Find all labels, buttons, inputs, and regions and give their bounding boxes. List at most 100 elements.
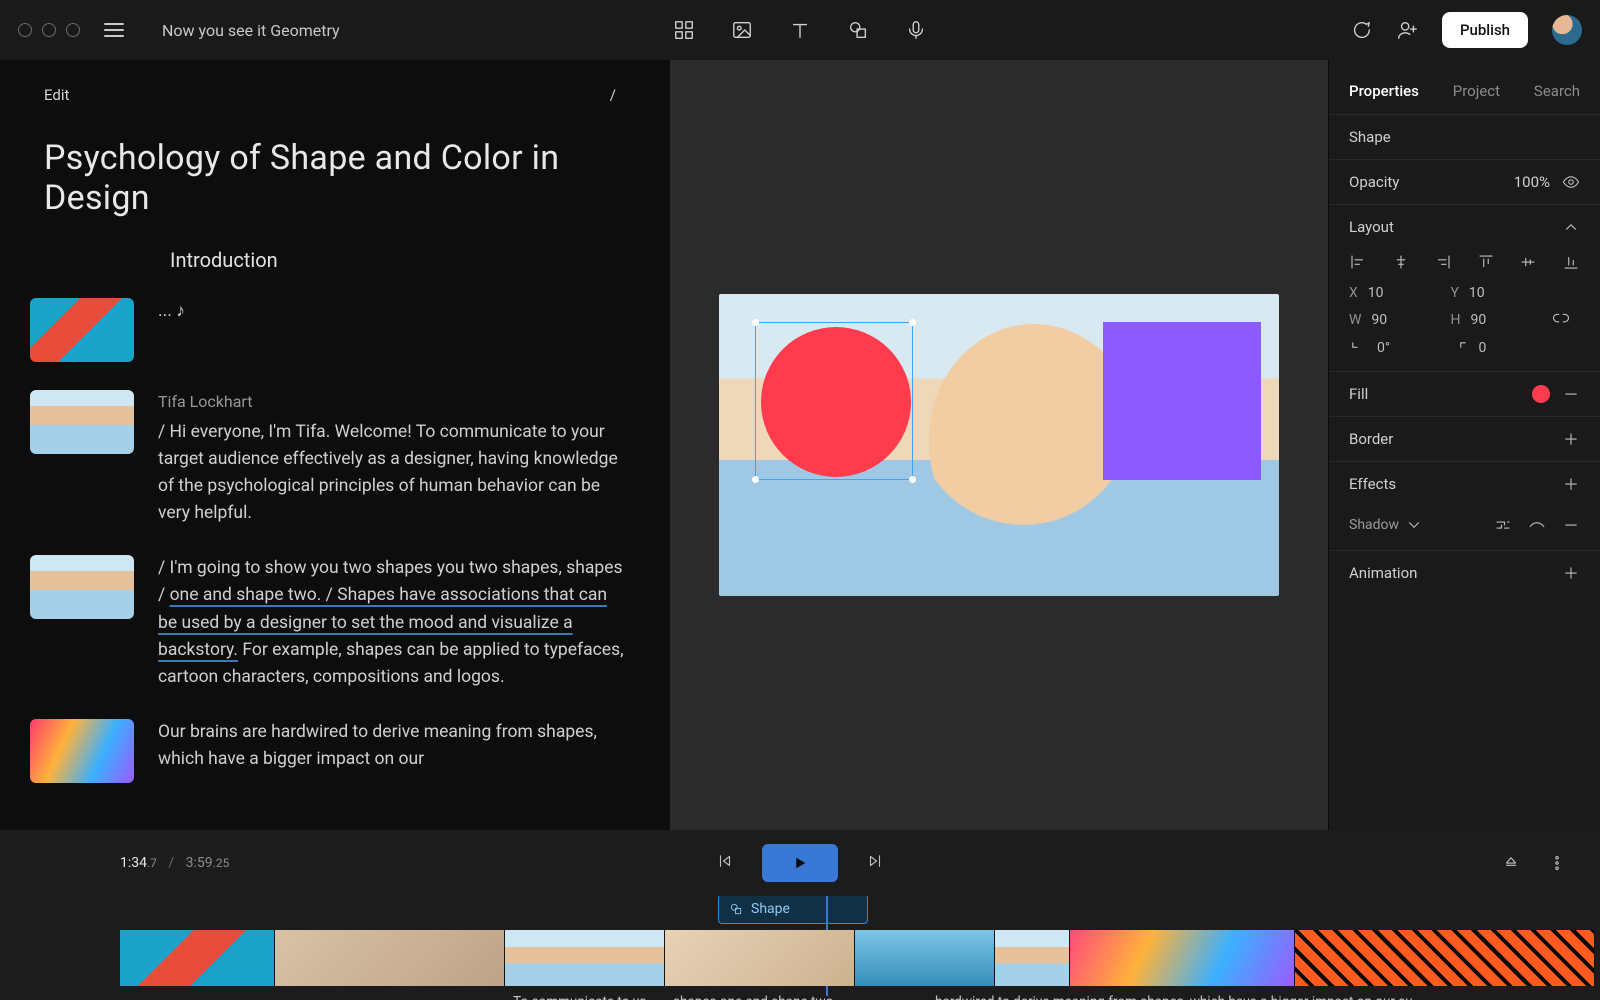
topbar-right: Publish bbox=[1350, 12, 1582, 48]
thumbnail[interactable] bbox=[30, 390, 134, 454]
microphone-icon[interactable] bbox=[905, 19, 927, 41]
total-time: 3:59 bbox=[186, 855, 213, 871]
prev-icon[interactable] bbox=[716, 852, 734, 874]
thumbnail[interactable] bbox=[30, 555, 134, 619]
visibility-off-icon[interactable] bbox=[1528, 516, 1546, 534]
transcript-text[interactable]: Our brains are hardwired to derive meani… bbox=[158, 719, 630, 783]
scene-marker: ... ♪ bbox=[158, 298, 630, 362]
current-time: 1:34 bbox=[120, 855, 147, 871]
tab-search[interactable]: Search bbox=[1534, 82, 1580, 100]
transform-grid: X10 Y10 W90 H90 0° 0 bbox=[1329, 281, 1600, 371]
rotate-value[interactable]: 0° bbox=[1377, 340, 1390, 356]
x-label: X bbox=[1349, 285, 1358, 301]
window-dot[interactable] bbox=[42, 23, 56, 37]
time-readout: 1:34.7 / 3:59.25 bbox=[120, 855, 229, 871]
shadow-label[interactable]: Shadow bbox=[1349, 517, 1399, 533]
align-row bbox=[1329, 249, 1600, 281]
add-user-icon[interactable] bbox=[1396, 19, 1418, 41]
adjust-icon[interactable] bbox=[1494, 516, 1512, 534]
fill-label: Fill bbox=[1349, 385, 1368, 403]
tool-strip bbox=[673, 19, 927, 41]
animation-label: Animation bbox=[1349, 564, 1417, 582]
properties-panel: Properties Project Search Shape Opacity … bbox=[1328, 60, 1600, 830]
window-dot[interactable] bbox=[66, 23, 80, 37]
shape-clip[interactable]: Shape bbox=[718, 896, 868, 924]
layout-label: Layout bbox=[1349, 218, 1394, 236]
timeline-track-area[interactable]: Shape ... To communicate to your target … bbox=[0, 896, 1600, 1000]
timeline-panel: 1:34.7 / 3:59.25 Shape ... To communicat… bbox=[0, 830, 1600, 1000]
clip[interactable] bbox=[1070, 930, 1295, 986]
clip[interactable] bbox=[855, 930, 995, 986]
clip[interactable] bbox=[275, 930, 505, 986]
shapes-icon[interactable] bbox=[847, 19, 869, 41]
video-frame bbox=[719, 294, 1279, 596]
window-dot[interactable] bbox=[18, 23, 32, 37]
thumbnail[interactable] bbox=[30, 719, 134, 783]
canvas-area[interactable] bbox=[670, 60, 1328, 830]
shape-square[interactable] bbox=[1103, 322, 1261, 480]
edit-label[interactable]: Edit bbox=[44, 86, 69, 104]
h-value[interactable]: 90 bbox=[1471, 312, 1487, 328]
link-wh-icon[interactable] bbox=[1552, 309, 1570, 327]
image-icon[interactable] bbox=[731, 19, 753, 41]
chevron-down-icon[interactable] bbox=[1405, 516, 1423, 534]
corner-value[interactable]: 0 bbox=[1479, 340, 1487, 356]
visibility-icon[interactable] bbox=[1562, 173, 1580, 191]
next-icon[interactable] bbox=[866, 852, 884, 874]
fill-swatch[interactable] bbox=[1532, 385, 1550, 403]
comment-icon[interactable] bbox=[1350, 19, 1372, 41]
rotate-icon bbox=[1349, 339, 1367, 357]
align-vcenter-icon[interactable] bbox=[1519, 253, 1537, 271]
clip[interactable]: To communicate to your target audience..… bbox=[505, 930, 665, 986]
more-icon[interactable] bbox=[1548, 854, 1566, 872]
chevron-up-icon[interactable] bbox=[1562, 218, 1580, 236]
window-controls bbox=[18, 23, 80, 37]
selection-box[interactable] bbox=[755, 322, 913, 480]
opacity-value[interactable]: 100% bbox=[1514, 173, 1550, 191]
resize-handle[interactable] bbox=[909, 319, 916, 326]
user-avatar[interactable] bbox=[1552, 15, 1582, 45]
resize-handle[interactable] bbox=[752, 319, 759, 326]
main-area: Edit / Psychology of Shape and Color in … bbox=[0, 60, 1600, 830]
align-top-icon[interactable] bbox=[1477, 253, 1495, 271]
w-label: W bbox=[1349, 312, 1361, 328]
plus-icon[interactable] bbox=[1562, 475, 1580, 493]
y-label: Y bbox=[1451, 285, 1459, 301]
clip[interactable] bbox=[1295, 930, 1595, 986]
clip[interactable]: shapes one and shape two.... bbox=[665, 930, 855, 986]
clip[interactable]: hardwired to derive meaning from shapes,… bbox=[995, 930, 1070, 986]
resize-handle[interactable] bbox=[909, 476, 916, 483]
align-left-icon[interactable] bbox=[1349, 253, 1367, 271]
thumbnail[interactable] bbox=[30, 298, 134, 362]
panel-tabs: Properties Project Search bbox=[1329, 60, 1600, 114]
w-value[interactable]: 90 bbox=[1371, 312, 1387, 328]
play-button[interactable] bbox=[762, 844, 838, 882]
opacity-label: Opacity bbox=[1349, 173, 1399, 191]
slash-shortcut: / bbox=[610, 86, 616, 104]
clip[interactable]: ... bbox=[120, 930, 275, 986]
effects-label: Effects bbox=[1349, 475, 1396, 493]
doc-title[interactable]: Psychology of Shape and Color in Design bbox=[44, 138, 616, 218]
y-value[interactable]: 10 bbox=[1469, 285, 1485, 301]
project-title[interactable]: Now you see it Geometry bbox=[162, 21, 340, 40]
section-shape: Shape bbox=[1349, 128, 1391, 146]
text-icon[interactable] bbox=[789, 19, 811, 41]
resize-handle[interactable] bbox=[752, 476, 759, 483]
transcript-text[interactable]: / Hi everyone, I'm Tifa. Welcome! To com… bbox=[158, 422, 618, 523]
x-value[interactable]: 10 bbox=[1368, 285, 1384, 301]
remove-icon[interactable] bbox=[1562, 385, 1580, 403]
align-bottom-icon[interactable] bbox=[1562, 253, 1580, 271]
remove-icon[interactable] bbox=[1562, 516, 1580, 534]
speaker-name: Tifa Lockhart bbox=[158, 390, 630, 415]
tab-project[interactable]: Project bbox=[1453, 82, 1500, 100]
align-right-icon[interactable] bbox=[1434, 253, 1452, 271]
grid-icon[interactable] bbox=[673, 19, 695, 41]
plus-icon[interactable] bbox=[1562, 430, 1580, 448]
tab-properties[interactable]: Properties bbox=[1349, 82, 1419, 100]
script-panel: Edit / Psychology of Shape and Color in … bbox=[0, 60, 670, 830]
eject-icon[interactable] bbox=[1502, 854, 1520, 872]
menu-icon[interactable] bbox=[104, 23, 124, 37]
publish-button[interactable]: Publish bbox=[1442, 12, 1528, 48]
plus-icon[interactable] bbox=[1562, 564, 1580, 582]
align-hcenter-icon[interactable] bbox=[1392, 253, 1410, 271]
